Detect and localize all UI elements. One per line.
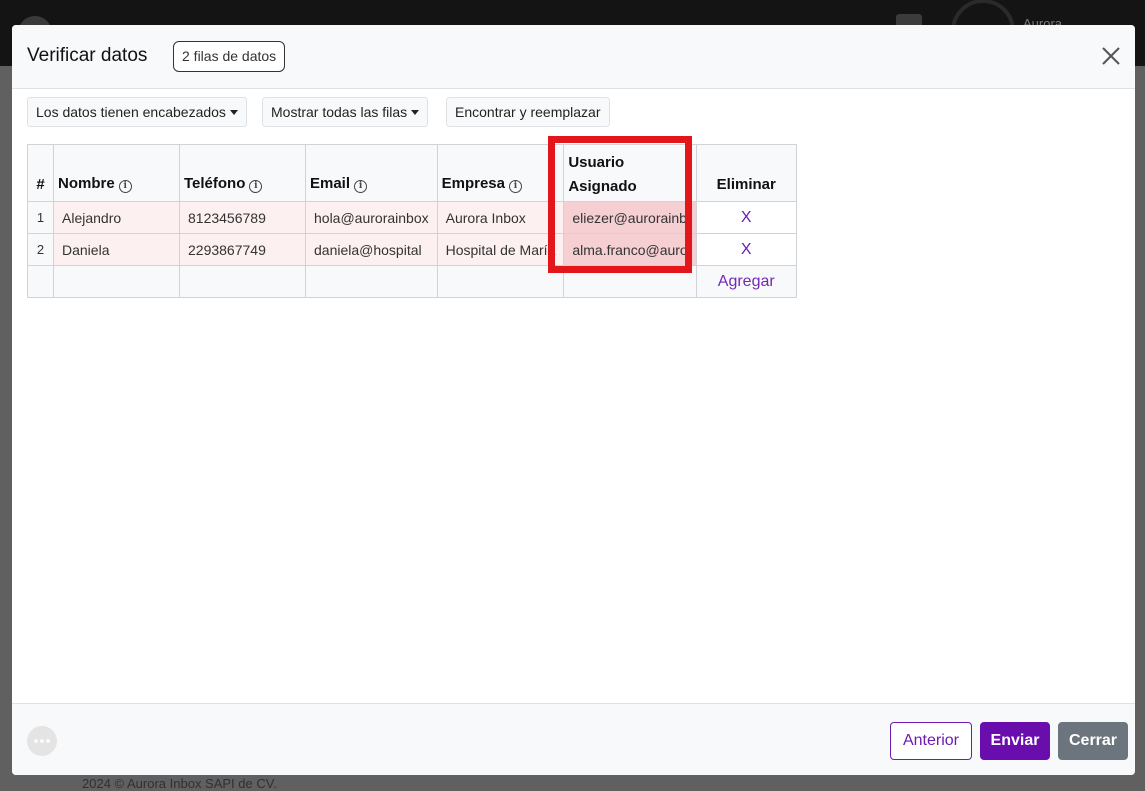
previous-button[interactable]: Anterior (890, 722, 972, 760)
column-header-usuario-asignado[interactable]: Usuario Asignado (563, 144, 697, 202)
column-header-nombre[interactable]: Nombre i (53, 144, 180, 202)
info-circle-icon[interactable]: i (354, 180, 368, 193)
chat-bubble-icon[interactable] (27, 726, 57, 756)
column-header-label: Email (310, 175, 351, 192)
empty-cell (305, 265, 438, 298)
find-replace-label: Encontrar y reemplazar (455, 104, 601, 120)
copyright-footer: 2024 © Aurora Inbox SAPI de CV. (82, 776, 277, 791)
cell-email[interactable]: hola@aurorainbox (305, 201, 438, 234)
caret-down-icon (229, 110, 238, 115)
headers-dropdown-label: Los datos tienen encabezados (36, 104, 226, 120)
cell-telefono[interactable]: 2293867749 (179, 233, 306, 266)
send-button[interactable]: Enviar (980, 722, 1050, 760)
row-number: 2 (27, 233, 54, 266)
column-header-label: Asignado (568, 178, 637, 195)
cell-usuario-asignado[interactable]: eliezer@aurorainb (563, 201, 697, 234)
column-header-num: # (27, 144, 54, 202)
cell-telefono[interactable]: 8123456789 (179, 201, 306, 234)
row-number: 1 (27, 201, 54, 234)
modal-title: Verificar datos (27, 45, 148, 66)
column-header-label: Nombre (58, 175, 115, 192)
empty-cell (436, 265, 565, 298)
info-circle-icon[interactable]: i (249, 180, 263, 193)
table-row: 1 Alejandro 8123456789 hola@aurorainbox … (27, 201, 797, 234)
cell-usuario-asignado[interactable]: alma.franco@auro (563, 233, 697, 266)
modal-footer: Anterior Enviar Cerrar (12, 703, 1135, 775)
info-circle-icon[interactable]: i (118, 180, 132, 193)
column-header-email[interactable]: Email i (305, 144, 438, 202)
rows-dropdown[interactable]: Mostrar todas las filas (262, 97, 429, 127)
cell-nombre[interactable]: Daniela (53, 233, 180, 266)
empty-cell (179, 265, 306, 298)
cell-empresa[interactable]: Aurora Inbox (436, 201, 565, 234)
empty-cell (27, 265, 54, 298)
cell-empresa[interactable]: Hospital de María (436, 233, 565, 266)
rows-count-badge: 2 filas de datos (173, 41, 286, 72)
rows-dropdown-label: Mostrar todas las filas (271, 104, 408, 120)
info-circle-icon[interactable]: i (509, 180, 522, 193)
close-button[interactable]: Cerrar (1058, 722, 1128, 760)
column-header-label: Teléfono (184, 175, 246, 192)
find-replace-button[interactable]: Encontrar y reemplazar (446, 97, 610, 127)
column-header-eliminar: Eliminar (695, 144, 797, 202)
cell-nombre[interactable]: Alejandro (53, 201, 180, 234)
delete-row-button[interactable]: X (695, 201, 797, 234)
modal-header: Verificar datos 2 filas de datos (12, 25, 1135, 89)
delete-row-button[interactable]: X (695, 233, 797, 266)
add-row: Agregar (27, 265, 797, 298)
verify-data-modal: Verificar datos 2 filas de datos Los dat… (12, 25, 1135, 775)
data-table: # Nombre i Teléfono i Email i Empresa i Usua… (27, 144, 797, 298)
cell-email[interactable]: daniela@hospital (305, 233, 438, 266)
empty-cell (563, 265, 697, 298)
column-header-label: Empresa (441, 175, 505, 192)
column-header-empresa[interactable]: Empresa i (436, 144, 565, 202)
empty-cell (53, 265, 180, 298)
headers-dropdown[interactable]: Los datos tienen encabezados (27, 97, 247, 127)
add-row-button[interactable]: Agregar (695, 265, 797, 298)
column-header-label: Usuario (568, 154, 625, 171)
close-icon[interactable] (1100, 45, 1122, 67)
table-row: 2 Daniela 2293867749 daniela@hospital Ho… (27, 233, 797, 266)
caret-down-icon (411, 110, 420, 115)
column-header-telefono[interactable]: Teléfono i (179, 144, 306, 202)
